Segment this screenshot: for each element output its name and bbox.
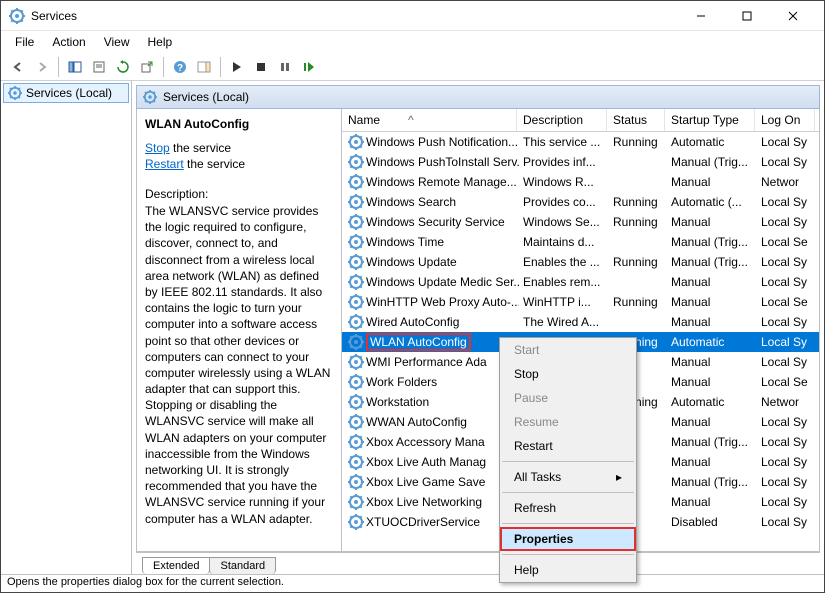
menu-help[interactable]: Help xyxy=(140,33,181,51)
menu-file[interactable]: File xyxy=(7,33,42,51)
service-row[interactable]: Windows Push Notification...This service… xyxy=(342,132,819,152)
back-button[interactable] xyxy=(7,56,29,78)
gear-icon xyxy=(348,274,364,290)
view-tabs: Extended Standard xyxy=(136,552,820,574)
gear-icon xyxy=(348,154,364,170)
gear-icon xyxy=(348,314,364,330)
gear-icon xyxy=(348,234,364,250)
gear-icon xyxy=(348,494,364,510)
gear-icon xyxy=(348,194,364,210)
help-button[interactable]: ? xyxy=(169,56,191,78)
column-startup-type[interactable]: Startup Type xyxy=(665,109,755,131)
service-row[interactable]: Windows Update Medic Ser...Enables rem..… xyxy=(342,272,819,292)
menu-action[interactable]: Action xyxy=(44,33,93,51)
ctx-properties[interactable]: Properties xyxy=(500,527,636,551)
column-description[interactable]: Description xyxy=(517,109,607,131)
minimize-button[interactable] xyxy=(678,2,724,30)
pause-service-button[interactable] xyxy=(274,56,296,78)
forward-button[interactable] xyxy=(31,56,53,78)
description-text: The WLANSVC service provides the logic r… xyxy=(145,203,333,527)
restart-service-button[interactable] xyxy=(298,56,320,78)
tree-item-services-local[interactable]: Services (Local) xyxy=(3,83,129,103)
statusbar: Opens the properties dialog box for the … xyxy=(1,574,824,592)
menu-view[interactable]: View xyxy=(96,33,138,51)
tree-pane: Services (Local) xyxy=(1,81,132,574)
gear-icon xyxy=(348,174,364,190)
gear-icon xyxy=(8,86,22,100)
ctx-restart[interactable]: Restart xyxy=(500,434,636,458)
refresh-button[interactable] xyxy=(112,56,134,78)
gear-icon xyxy=(348,254,364,270)
service-row[interactable]: Windows SearchProvides co...RunningAutom… xyxy=(342,192,819,212)
ctx-pause: Pause xyxy=(500,386,636,410)
gear-icon xyxy=(348,214,364,230)
service-row[interactable]: Windows PushToInstall Serv...Provides in… xyxy=(342,152,819,172)
gear-icon xyxy=(348,414,364,430)
gear-icon xyxy=(348,454,364,470)
ctx-help[interactable]: Help xyxy=(500,558,636,582)
description-label: Description: xyxy=(145,187,333,201)
service-row[interactable]: Windows Security ServiceWindows Se...Run… xyxy=(342,212,819,232)
maximize-button[interactable] xyxy=(724,2,770,30)
context-menu: Start Stop Pause Resume Restart All Task… xyxy=(499,337,637,583)
view-header: Services (Local) xyxy=(136,85,820,109)
column-status[interactable]: Status xyxy=(607,109,665,131)
column-logon[interactable]: Log On xyxy=(755,109,815,131)
services-app-icon xyxy=(9,8,25,24)
gear-icon xyxy=(348,514,364,530)
close-button[interactable] xyxy=(770,2,816,30)
tab-standard[interactable]: Standard xyxy=(209,557,276,574)
svg-text:?: ? xyxy=(177,63,183,74)
gear-icon xyxy=(348,374,364,390)
stop-service-button[interactable] xyxy=(250,56,272,78)
detail-pane: WLAN AutoConfig Stop the service Restart… xyxy=(137,109,342,551)
export-button[interactable] xyxy=(136,56,158,78)
start-service-button[interactable] xyxy=(226,56,248,78)
service-row[interactable]: Windows TimeMaintains d...Manual (Trig..… xyxy=(342,232,819,252)
window-title: Services xyxy=(31,9,678,23)
list-header: Name ^ Description Status Startup Type L… xyxy=(342,109,819,132)
toolbar: ? xyxy=(1,53,824,81)
action-pane-button[interactable] xyxy=(193,56,215,78)
gear-icon xyxy=(348,474,364,490)
selected-service-title: WLAN AutoConfig xyxy=(145,117,333,131)
service-row[interactable]: Wired AutoConfigThe Wired A...ManualLoca… xyxy=(342,312,819,332)
service-row[interactable]: Windows Remote Manage...Windows R...Manu… xyxy=(342,172,819,192)
gear-icon xyxy=(348,394,364,410)
tab-extended[interactable]: Extended xyxy=(142,557,210,574)
titlebar: Services xyxy=(1,1,824,31)
statusbar-text: Opens the properties dialog box for the … xyxy=(7,576,284,588)
view-header-title: Services (Local) xyxy=(163,90,249,104)
gear-icon xyxy=(143,90,157,104)
menubar: File Action View Help xyxy=(1,31,824,53)
tree-item-label: Services (Local) xyxy=(26,86,112,100)
restart-link[interactable]: Restart xyxy=(145,157,184,171)
gear-icon xyxy=(348,134,364,150)
stop-link[interactable]: Stop xyxy=(145,141,170,155)
gear-icon xyxy=(348,434,364,450)
column-name[interactable]: Name ^ xyxy=(342,109,517,131)
service-row[interactable]: Windows UpdateEnables the ...RunningManu… xyxy=(342,252,819,272)
ctx-start: Start xyxy=(500,338,636,362)
chevron-right-icon: ▸ xyxy=(616,470,622,484)
service-row[interactable]: WinHTTP Web Proxy Auto-...WinHTTP i...Ru… xyxy=(342,292,819,312)
gear-icon xyxy=(348,334,364,350)
gear-icon xyxy=(348,294,364,310)
ctx-resume: Resume xyxy=(500,410,636,434)
ctx-all-tasks[interactable]: All Tasks▸ xyxy=(500,465,636,489)
ctx-stop[interactable]: Stop xyxy=(500,362,636,386)
ctx-refresh[interactable]: Refresh xyxy=(500,496,636,520)
properties-button[interactable] xyxy=(88,56,110,78)
gear-icon xyxy=(348,354,364,370)
show-hide-tree-button[interactable] xyxy=(64,56,86,78)
